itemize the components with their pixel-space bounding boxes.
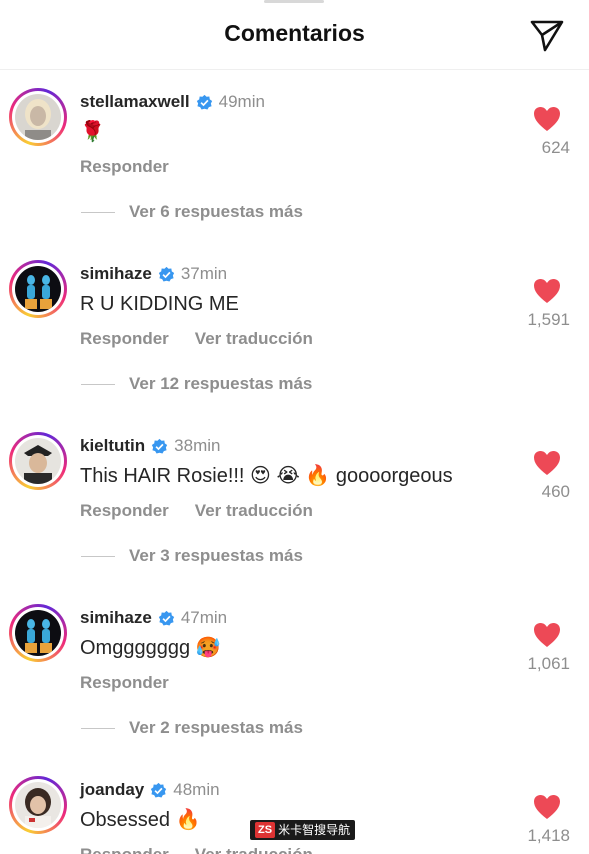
view-replies-button[interactable]: Ver 6 respuestas más [81, 202, 303, 222]
replies-divider [81, 555, 115, 557]
comment-item: simihaze 37min R U KIDDING ME Responder … [0, 242, 589, 414]
comment-time: 38min [174, 436, 221, 455]
comment-text: R U KIDDING ME [80, 293, 239, 315]
comment-text: Obsessed 🔥 [80, 809, 201, 831]
like-count: 1,591 [527, 310, 570, 329]
username[interactable]: kieltutin [80, 436, 145, 456]
send-button[interactable] [528, 18, 566, 54]
reply-button[interactable]: Responder [80, 329, 169, 349]
heart-icon[interactable] [533, 622, 561, 648]
view-replies-button[interactable]: Ver 12 respuestas más [81, 374, 312, 394]
replies-divider [81, 727, 115, 729]
comment-text: 🌹 [80, 121, 105, 143]
like-count: 1,418 [527, 826, 570, 845]
avatar [15, 782, 61, 828]
heart-icon[interactable] [533, 278, 561, 304]
page-title: Comentarios [224, 20, 365, 46]
view-replies-label: Ver 12 respuestas más [129, 374, 313, 393]
verified-badge-icon [152, 438, 168, 454]
like-count: 460 [541, 482, 570, 501]
avatar [15, 610, 61, 656]
avatar-ring[interactable] [9, 88, 67, 146]
drag-handle[interactable] [264, 0, 324, 3]
heart-icon[interactable] [533, 450, 561, 476]
avatar-ring[interactable] [9, 604, 67, 662]
username[interactable]: simihaze [80, 608, 152, 628]
comment-item: kieltutin 38min This HAIR Rosie!!! 😍 😭 🔥… [0, 414, 589, 586]
username[interactable]: joanday [80, 780, 144, 800]
reply-button[interactable]: Responder [80, 845, 169, 854]
view-replies-button[interactable]: Ver 2 respuestas más [81, 718, 303, 738]
comment-item: simihaze 47min Omggggggg 🥵 Responder Ver… [0, 586, 589, 758]
reply-button[interactable]: Responder [80, 501, 169, 521]
comment-time: 48min [173, 780, 220, 799]
heart-icon[interactable] [533, 106, 561, 132]
avatar [15, 94, 61, 140]
header: Comentarios [0, 0, 589, 70]
comment-text: This HAIR Rosie!!! 😍 😭 🔥 goooorgeous [80, 465, 453, 487]
comment-text: Omggggggg 🥵 [80, 637, 221, 659]
reply-button[interactable]: Responder [80, 157, 169, 177]
verified-badge-icon [196, 94, 212, 110]
translate-button[interactable]: Ver traducción [195, 845, 313, 854]
avatar [15, 266, 61, 312]
view-replies-button[interactable]: Ver 3 respuestas más [81, 546, 303, 566]
avatar [15, 438, 61, 484]
comment-time: 47min [180, 608, 228, 627]
verified-badge-icon [158, 266, 174, 282]
translate-button[interactable]: Ver traducción [195, 501, 313, 521]
view-replies-label: Ver 2 respuestas más [129, 718, 303, 737]
avatar-ring[interactable] [9, 260, 67, 318]
verified-badge-icon [151, 782, 167, 798]
comment-item: stellamaxwell 49min 🌹 Responder Ver 6 re… [0, 70, 589, 242]
view-replies-label: Ver 6 respuestas más [129, 202, 303, 221]
username[interactable]: simihaze [80, 264, 152, 284]
view-replies-label: Ver 3 respuestas más [129, 546, 303, 565]
like-count: 624 [541, 138, 570, 157]
watermark-text: 米卡智搜导航 [278, 823, 351, 837]
paper-plane-icon [530, 20, 564, 52]
like-count: 1,061 [527, 654, 570, 673]
replies-divider [81, 211, 115, 213]
avatar-ring[interactable] [9, 432, 67, 490]
avatar-ring[interactable] [9, 776, 67, 834]
comment-time: 37min [180, 264, 228, 283]
heart-icon[interactable] [533, 794, 561, 820]
replies-divider [81, 383, 115, 385]
comment-time: 49min [218, 92, 265, 111]
translate-button[interactable]: Ver traducción [195, 329, 313, 349]
watermark: ZS 米卡智搜导航 [250, 820, 356, 840]
watermark-logo: ZS [255, 822, 276, 838]
verified-badge-icon [158, 610, 174, 626]
username[interactable]: stellamaxwell [80, 92, 190, 112]
reply-button[interactable]: Responder [80, 673, 169, 693]
